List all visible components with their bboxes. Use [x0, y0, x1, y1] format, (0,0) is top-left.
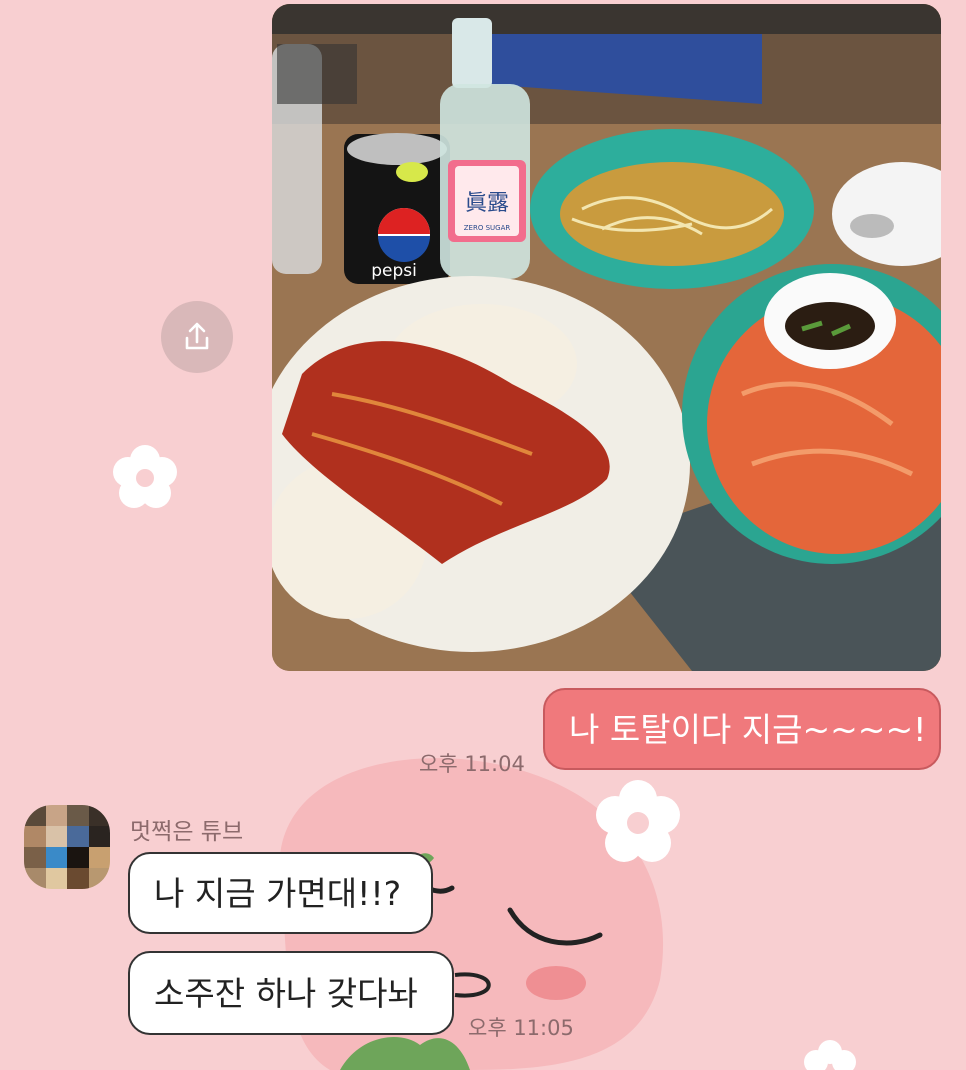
flower-decoration-bottom — [804, 1040, 856, 1070]
share-button[interactable] — [161, 301, 233, 373]
food-photo: pepsi 眞露 ZERO SUGAR — [272, 4, 941, 671]
received-message-bubble[interactable]: 소주잔 하나 갖다놔 — [128, 951, 454, 1035]
sent-message-text: 나 토탈이다 지금~~~~! — [569, 709, 927, 749]
contact-avatar[interactable] — [24, 805, 110, 889]
flower-decoration-left — [113, 445, 177, 508]
flower-decoration-right — [596, 780, 680, 862]
received-message-time: 오후 11:05 — [468, 1016, 574, 1040]
share-icon — [185, 322, 209, 350]
contact-name: 멋쩍은 튜브 — [130, 819, 244, 845]
received-message-bubble[interactable]: 나 지금 가면대!!? — [128, 852, 433, 934]
received-message-text: 나 지금 가면대!!? — [154, 873, 402, 913]
sent-message-bubble[interactable]: 나 토탈이다 지금~~~~! — [543, 688, 941, 770]
bottle-label: 眞露 — [465, 191, 509, 216]
pepsi-can: pepsi — [344, 133, 450, 284]
shared-photo-message[interactable]: pepsi 眞露 ZERO SUGAR — [272, 4, 941, 671]
bottle-sublabel: ZERO SUGAR — [464, 224, 511, 232]
sent-message-time: 오후 11:04 — [419, 752, 525, 776]
received-message-text: 소주잔 하나 갖다놔 — [154, 973, 418, 1013]
can-label: pepsi — [371, 261, 417, 281]
